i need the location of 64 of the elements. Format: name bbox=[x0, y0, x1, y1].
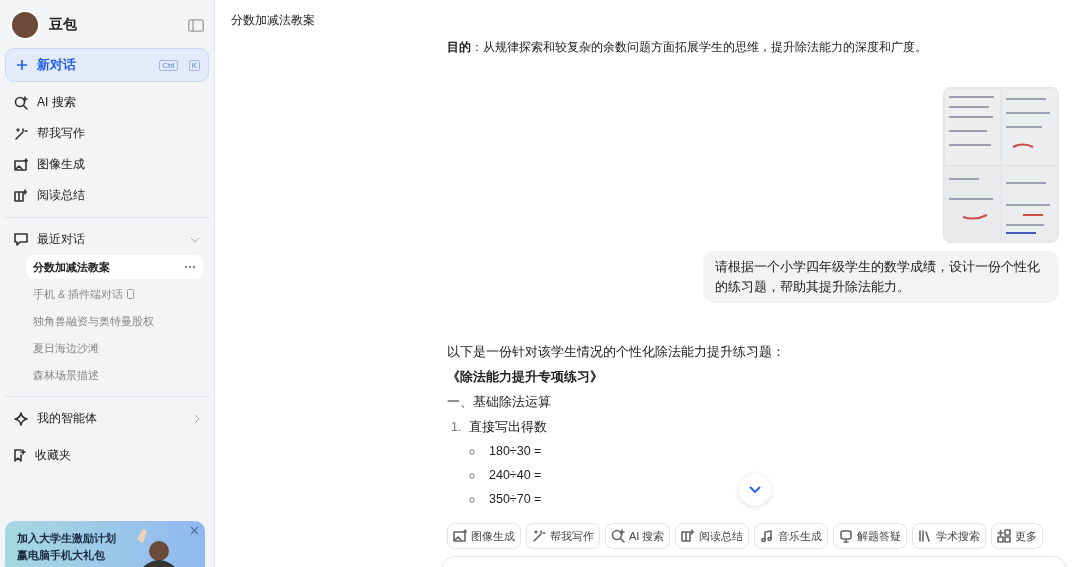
apps-icon bbox=[997, 529, 1012, 543]
sidebar-toggle-icon[interactable] bbox=[188, 18, 204, 32]
skill-chip[interactable]: 阅读总结 bbox=[675, 523, 750, 549]
image-icon bbox=[453, 529, 467, 543]
search-icon bbox=[14, 95, 28, 110]
skill-chip[interactable]: 音乐生成 bbox=[754, 523, 829, 549]
more-icon[interactable] bbox=[184, 265, 196, 269]
chat-history-item[interactable]: 分数加减法教案 bbox=[26, 255, 203, 279]
book-icon bbox=[14, 188, 28, 203]
scroll-down-button[interactable] bbox=[739, 474, 771, 506]
phone-icon bbox=[127, 289, 135, 299]
nav-item[interactable]: 图像生成 bbox=[0, 149, 214, 180]
math-expression: 350÷70 = bbox=[489, 491, 542, 508]
bookmark-icon bbox=[14, 449, 26, 462]
reply-heading: 《除法能力提升专项练习》 bbox=[447, 369, 604, 386]
skill-chip[interactable]: AI 搜索 bbox=[605, 523, 671, 549]
list-number: 1. bbox=[451, 419, 462, 436]
chat-title: 手机 & 插件端对话 bbox=[33, 286, 124, 302]
app-name: 豆包 bbox=[49, 16, 78, 34]
new-chat-button[interactable]: 新对话 Ctrl K bbox=[5, 48, 209, 82]
skill-chip[interactable]: 更多 bbox=[991, 523, 1044, 549]
chat-title: 森林场景描述 bbox=[33, 367, 99, 383]
plus-icon bbox=[16, 59, 28, 71]
chevron-down-icon bbox=[749, 486, 761, 494]
math-expression: 240÷40 = bbox=[489, 467, 542, 484]
skill-chip[interactable]: 帮我写作 bbox=[526, 523, 600, 549]
pen-icon bbox=[532, 529, 546, 543]
math-expression: 180÷30 = bbox=[489, 443, 542, 460]
bullet-icon bbox=[469, 448, 475, 455]
image-icon bbox=[14, 157, 28, 172]
skill-chip[interactable]: 图像生成 bbox=[447, 523, 521, 549]
chat-bubble-icon bbox=[14, 233, 28, 246]
recent-chats-header[interactable]: 最近对话 bbox=[0, 224, 214, 255]
close-icon[interactable] bbox=[190, 526, 199, 535]
bullet-icon bbox=[469, 496, 475, 503]
chat-title: 夏日海边沙滩 bbox=[33, 340, 99, 356]
agents-item[interactable]: 我的智能体 bbox=[0, 403, 214, 434]
pen-icon bbox=[14, 126, 28, 141]
bullet-icon bbox=[469, 472, 475, 479]
skill-chip[interactable]: 解题答疑 bbox=[833, 523, 908, 549]
nav-item[interactable]: 帮我写作 bbox=[0, 118, 214, 149]
message-text: 以下是一份针对该学生情况的个性化除法能力提升练习题： bbox=[447, 344, 786, 361]
music-note-icon bbox=[760, 529, 775, 543]
section-heading: 一、基础除法运算 bbox=[447, 394, 552, 411]
chat-title: 分数加减法教案 bbox=[230, 12, 316, 29]
nav-item[interactable]: AI 搜索 bbox=[0, 87, 214, 118]
favorites-item[interactable]: 收藏夹 bbox=[0, 440, 214, 471]
books-icon bbox=[918, 529, 933, 543]
chat-title: 分数加减法教案 bbox=[33, 259, 110, 275]
search-icon bbox=[611, 529, 625, 543]
chevron-icon bbox=[194, 413, 200, 424]
message-text: 目的：从规律探索和较复杂的余数问题方面拓展学生的思维，提升除法能力的深度和广度。 bbox=[447, 39, 928, 55]
book-icon bbox=[681, 529, 696, 543]
skill-chip[interactable]: 学术搜索 bbox=[912, 523, 987, 549]
list-item-text: 直接写出得数 bbox=[469, 419, 548, 436]
nav-item[interactable]: 阅读总结 bbox=[0, 180, 214, 211]
shortcut-key: K bbox=[188, 59, 200, 71]
avatar[interactable] bbox=[10, 10, 40, 40]
promo-text: 加入大学生激励计划 赢电脑手机大礼包 bbox=[17, 531, 116, 563]
shortcut-key: Ctrl bbox=[159, 59, 178, 71]
sparkle-icon bbox=[14, 411, 28, 426]
promo-banner[interactable]: 加入大学生激励计划 赢电脑手机大礼包 bbox=[5, 521, 205, 567]
user-message: 请根据一个小学四年级学生的数学成绩，设计一份个性化的练习题，帮助其提升除法能力。 bbox=[703, 251, 1059, 303]
chat-title: 独角兽融资与奥特曼股权 bbox=[33, 313, 154, 329]
